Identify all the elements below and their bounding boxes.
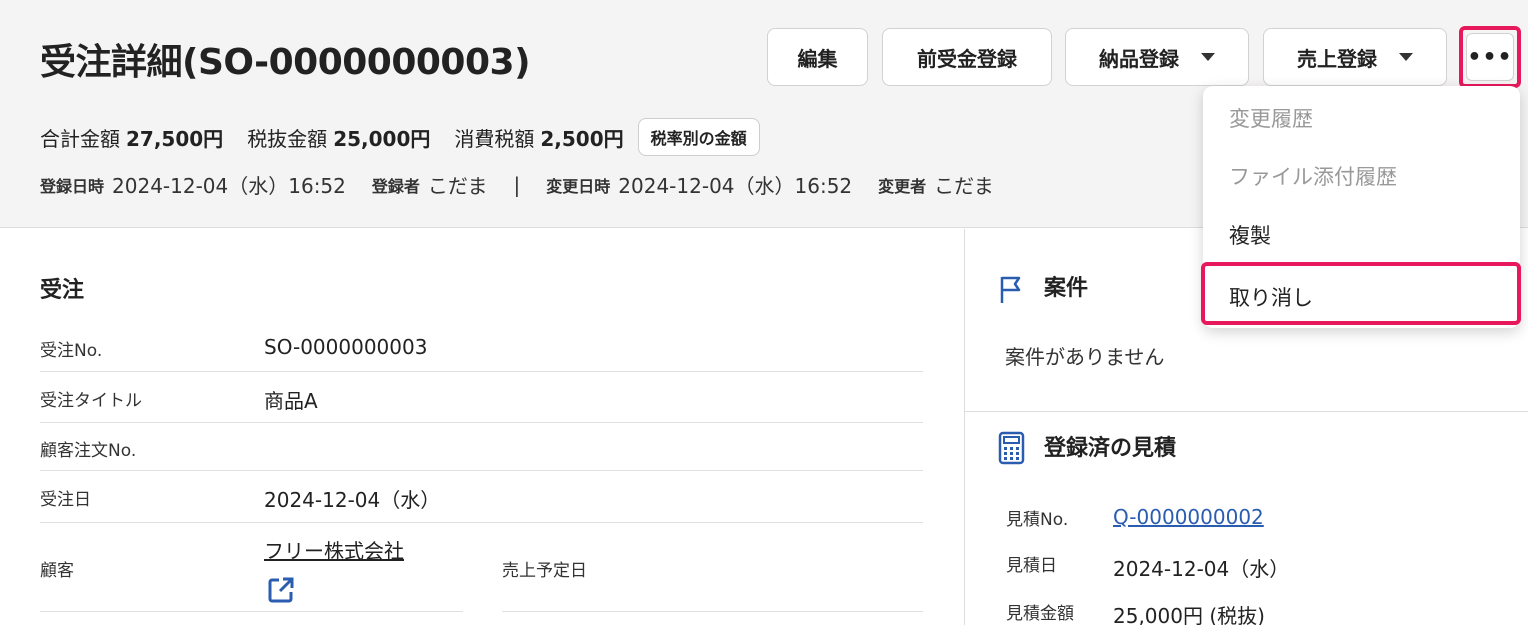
field-row-sales-date: 売上予定日 <box>502 523 923 612</box>
total-amount-value: 27,500円 <box>126 126 224 151</box>
excl-tax-label: 税抜金額 <box>247 126 328 151</box>
order-section-title: 受注 <box>40 278 85 303</box>
creator-value: こだま <box>427 174 488 198</box>
creator-label: 登録者 <box>371 176 420 196</box>
customer-label: 顧客 <box>40 561 74 581</box>
flag-icon <box>998 275 1026 305</box>
order-no-value: SO-0000000003 <box>264 335 428 359</box>
page-title: 受注詳細(SO-0000000003) <box>40 42 531 83</box>
field-row-order-no: 受注No. SO-0000000003 <box>40 322 923 372</box>
quote-no-label: 見積No. <box>1006 510 1069 530</box>
customer-order-no-label: 顧客注文No. <box>40 441 137 461</box>
customer-link[interactable]: フリー株式会社 <box>264 535 404 564</box>
section-divider <box>965 411 1528 412</box>
amount-summary: 合計金額 27,500円 税抜金額 25,000円 消費税額 2,500円 税率… <box>40 118 760 156</box>
order-title-value: 商品A <box>264 389 318 413</box>
delivery-register-label: 納品登録 <box>1099 46 1179 71</box>
meta-separator: | <box>513 172 521 197</box>
chevron-down-icon <box>1201 53 1215 61</box>
field-row-customer: 顧客 フリー株式会社 <box>40 523 463 612</box>
excl-tax-value: 25,000円 <box>333 126 431 151</box>
more-button-highlight <box>1459 26 1521 88</box>
field-row-order-date: 受注日 2024-12-04（水） <box>40 471 923 523</box>
quote-amount-value: 25,000円 (税抜) <box>1113 604 1265 625</box>
order-title-label: 受注タイトル <box>40 391 142 411</box>
sales-register-button[interactable]: 売上登録 <box>1263 28 1447 86</box>
tax-amount-value: 2,500円 <box>540 126 624 151</box>
order-date-value: 2024-12-04（水） <box>264 488 441 512</box>
updater-value: こだま <box>934 174 994 198</box>
field-row-order-title: 受注タイトル 商品A <box>40 372 923 423</box>
external-link-icon[interactable] <box>266 575 296 605</box>
delivery-register-button[interactable]: 納品登録 <box>1065 28 1249 86</box>
created-at-label: 登録日時 <box>40 176 105 196</box>
menu-item-duplicate[interactable]: 複製 <box>1229 220 1271 250</box>
quotes-section-title: 登録済の見積 <box>1044 436 1177 461</box>
updater-label: 変更者 <box>878 176 927 196</box>
quote-date-label: 見積日 <box>1006 556 1057 576</box>
advance-payment-button[interactable]: 前受金登録 <box>882 28 1052 86</box>
edit-button[interactable]: 編集 <box>767 28 868 86</box>
chevron-down-icon <box>1399 53 1413 61</box>
updated-at-value: 2024-12-04（水）16:52 <box>618 174 853 198</box>
menu-item-file-attachment-history[interactable]: ファイル添付履歴 <box>1229 161 1397 191</box>
field-row-customer-order-no: 顧客注文No. <box>40 423 923 471</box>
order-date-label: 受注日 <box>40 490 91 510</box>
record-meta: 登録日時 2024-12-04（水）16:52 登録者 こだま | 変更日時 2… <box>40 170 1020 199</box>
quote-no-link[interactable]: Q-0000000002 <box>1113 505 1264 529</box>
tax-rate-breakdown-button[interactable]: 税率別の金額 <box>637 118 760 156</box>
calculator-icon <box>998 431 1026 465</box>
updated-at-label: 変更日時 <box>546 176 611 196</box>
project-section-title: 案件 <box>1044 276 1089 301</box>
cancel-item-highlight <box>1201 262 1521 325</box>
total-amount-label: 合計金額 <box>40 126 120 151</box>
menu-item-change-history[interactable]: 変更履歴 <box>1229 103 1313 133</box>
quote-date-value: 2024-12-04（水） <box>1113 557 1290 581</box>
created-at-value: 2024-12-04（水）16:52 <box>112 174 346 198</box>
sales-date-label: 売上予定日 <box>502 561 587 581</box>
quote-amount-label: 見積金額 <box>1006 604 1074 624</box>
sales-register-label: 売上登録 <box>1297 46 1377 71</box>
project-empty-message: 案件がありません <box>1005 345 1165 369</box>
tax-amount-label: 消費税額 <box>454 126 535 151</box>
order-no-label: 受注No. <box>40 341 103 361</box>
